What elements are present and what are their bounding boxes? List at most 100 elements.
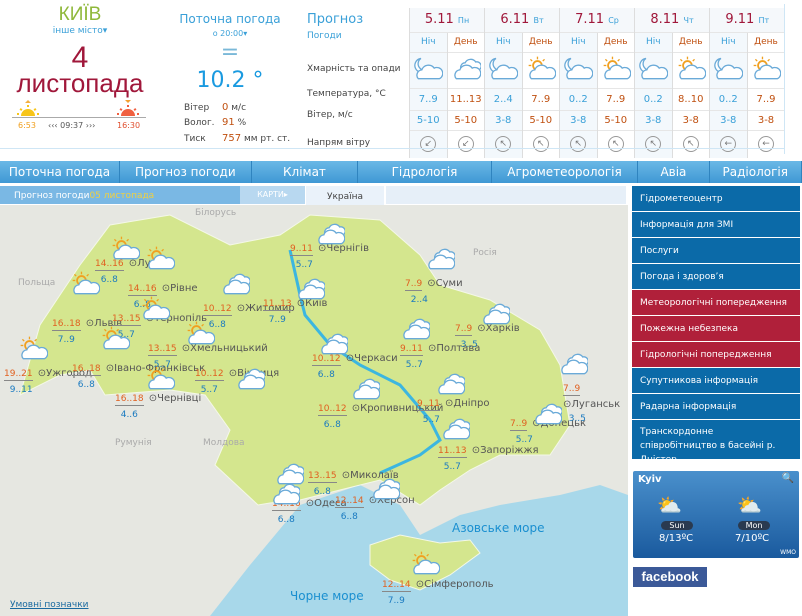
humidity-row: Волог. 91 % — [184, 117, 246, 128]
forecast-wind: 3-8 — [634, 109, 672, 130]
side-menu-item[interactable]: Метеорологічні попередження — [632, 290, 800, 316]
cloud-icon — [400, 315, 431, 343]
forecast-date: 9.11 — [725, 12, 755, 28]
maps-button[interactable]: КАРТИ▸ — [240, 186, 305, 204]
map-city[interactable]: 16..18 ⊙Чернівці 4..6 — [115, 390, 201, 421]
forecast-dow: Ср — [608, 16, 619, 26]
city-tmax: 16..18 — [72, 364, 101, 376]
side-menu: Гідрометеоцентр Інформація для ЗМІ Послуги… — [632, 186, 800, 465]
cloud-icon — [480, 300, 511, 328]
side-menu-item[interactable]: Супутникова інформація — [632, 368, 800, 394]
wind-direction-icon: ↖ — [634, 129, 672, 158]
current-time-select[interactable]: о 20:00▾ — [170, 29, 290, 38]
sunset-time: 16:30 — [117, 121, 141, 130]
subbar-fill — [386, 186, 626, 204]
triangle-right-icon: ▸ — [283, 190, 288, 199]
main-nav: Поточна погода Прогноз погоди Клімат Гідрол… — [0, 161, 802, 183]
side-menu-item[interactable]: Інформація для ЗМІ — [632, 212, 800, 238]
forecast-day-header: 8.11 Чт — [634, 8, 710, 32]
country-label: Білорусь — [195, 208, 236, 218]
side-menu-item[interactable]: Послуги — [632, 238, 800, 264]
forecast-wind: 3-8 — [709, 109, 747, 130]
nav-item[interactable]: Клімат — [252, 161, 359, 183]
city-tmax: 10..12 — [203, 304, 232, 316]
country-label: Молдова — [203, 438, 245, 448]
city-tmin: 4..6 — [115, 410, 138, 420]
wind-value: 0 — [222, 102, 229, 113]
forecast-night-label: Ніч — [559, 31, 597, 52]
nav-item[interactable]: Агрометеорологія — [492, 161, 639, 183]
legend-link[interactable]: Умовні позначки — [10, 600, 89, 610]
map-city[interactable]: 9..11 ⊙Полтава 5..7 — [400, 340, 480, 371]
side-menu-item[interactable]: Транскордонне співробітництво в басейні … — [632, 420, 800, 465]
city-name: ⊙Рівне — [161, 283, 198, 294]
sun-cloud-icon — [140, 295, 171, 323]
nav-item[interactable]: Авіа — [638, 161, 710, 183]
humidity-label: Волог. — [184, 118, 215, 128]
sea-label-black: Чорне море — [290, 589, 364, 603]
city-name: ⊙Суми — [427, 278, 463, 289]
wmo-widget[interactable]: Kyiv 🔍 ⛅ ⛅ Sun Mon 8/13ºC 7/10ºC WMO — [633, 471, 799, 558]
forecast-date: 6.11 — [500, 12, 530, 28]
moon-cloud-icon — [484, 51, 522, 88]
wind-unit: м/с — [231, 103, 247, 113]
forecast-day-header: 9.11 Пт — [709, 8, 785, 32]
city-tmin: 5..7 — [195, 385, 218, 395]
sun-cloud-icon — [70, 270, 101, 298]
forecast-table: 5.11 Пн 6.11 Вт 7.11 Ср 8.11 Чт 9.11 Пт Ніч Д… — [409, 8, 785, 158]
city-tmax: 13..15 — [148, 344, 177, 356]
forecast-night-label: Ніч — [409, 31, 447, 52]
sun-cloud-icon: ⛅ — [657, 493, 682, 517]
city-tmin: 5..7 — [417, 415, 440, 425]
wind-direction-icon: ← — [746, 129, 785, 158]
wind-direction-icon: ↖ — [521, 129, 560, 158]
forecast-night-label: Ніч — [484, 31, 522, 52]
forecast-day-label: День — [746, 31, 785, 52]
cloud-icon — [440, 415, 471, 443]
pressure-label: Тиск — [184, 134, 206, 144]
city-name: ⊙Луганськ — [563, 399, 621, 410]
weather-map[interactable]: Білорусь Польща Росія Румунія Молдова Аз… — [0, 205, 628, 616]
tab-ukraine[interactable]: Україна — [306, 186, 384, 206]
nav-item[interactable]: Радіологія — [710, 161, 802, 183]
forecast-wind: 5-10 — [521, 109, 560, 130]
side-menu-item[interactable]: Пожежна небезпека — [632, 316, 800, 342]
map-city[interactable]: 11..13 ⊙Запоріжжя 5..7 — [438, 442, 538, 473]
search-icon[interactable]: 🔍 — [782, 473, 794, 484]
city-tmin: 7..9 — [382, 596, 405, 606]
city-tmax: 16..18 — [115, 394, 144, 406]
side-menu-item[interactable]: Радарна інформація — [632, 394, 800, 420]
trend-icon: = — [220, 40, 240, 65]
forecast-temp: 7..9 — [596, 87, 635, 110]
city-name: ⊙Сімферополь — [415, 579, 494, 590]
row-label-temp: Температура, °C — [307, 89, 386, 99]
side-menu-item[interactable]: Гідрологічні попередження — [632, 342, 800, 368]
forecast-wind: 3-8 — [671, 109, 710, 130]
nav-item[interactable]: Прогноз погоди — [120, 161, 252, 183]
cloud-icon — [425, 245, 456, 273]
cloud-icon — [318, 330, 349, 358]
chevron-down-icon: ▾ — [243, 29, 248, 38]
map-city[interactable]: 12..14 ⊙Сімферополь 7..9 — [382, 576, 494, 607]
pressure-value: 757 — [222, 133, 242, 144]
city-name: ⊙Черкаси — [345, 353, 398, 364]
facebook-button[interactable]: facebook — [633, 567, 707, 587]
wind-direction-icon: ↖ — [596, 129, 635, 158]
wind-row: Вітер 0 м/с — [184, 102, 246, 113]
row-label-wind: Вітер, м/с — [307, 110, 353, 120]
nav-item[interactable]: Поточна погода — [0, 161, 121, 183]
nav-item[interactable]: Гідрологія — [358, 161, 492, 183]
map-city[interactable]: 7..9 ⊙Суми 2..4 — [405, 275, 463, 306]
city-tmax: 12..14 — [335, 496, 364, 508]
forecast-temp: 11..13 — [446, 87, 485, 110]
forecast-day-header: 6.11 Вт — [484, 8, 560, 32]
wind-direction-icon: ← — [709, 129, 747, 158]
current-temperature: 10.2 ° — [196, 68, 264, 93]
side-menu-item[interactable]: Гідрометеоцентр — [632, 186, 800, 212]
sunrise-time: 6:53 — [18, 121, 36, 130]
other-city-link[interactable]: інше місто▾ — [0, 26, 160, 36]
forecast-day-label: День — [596, 31, 635, 52]
cloud-icon — [558, 350, 589, 378]
side-menu-item[interactable]: Погода і здоров’я — [632, 264, 800, 290]
forecast-date: 7.11 — [575, 12, 605, 28]
